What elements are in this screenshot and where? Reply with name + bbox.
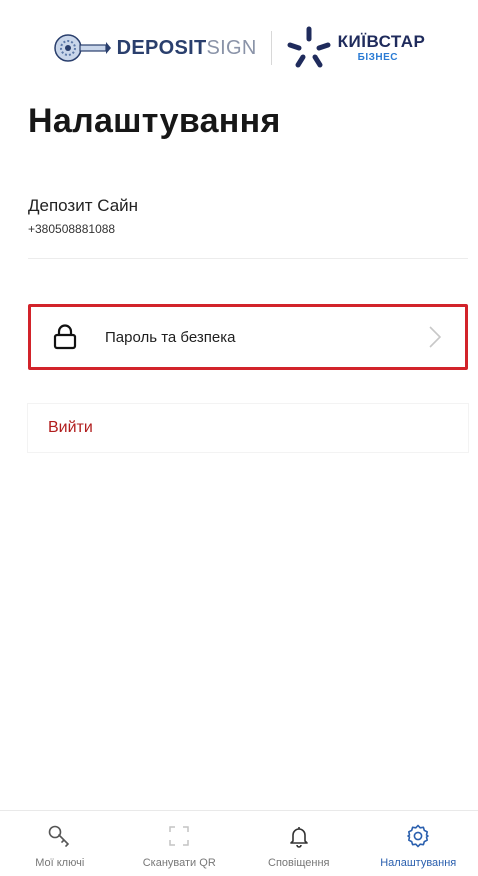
password-security-menu-item[interactable]: Пароль та безпека xyxy=(28,304,468,370)
divider xyxy=(28,258,468,259)
tab-notifications-label: Сповіщення xyxy=(268,857,330,869)
logo-separator xyxy=(270,31,272,65)
key-icon xyxy=(48,825,69,847)
logout-label: Вийти xyxy=(48,419,93,436)
tab-my-keys[interactable]: Мої ключі xyxy=(5,823,115,869)
bottom-tab-bar: Мої ключі Сканувати QR Сповіщення Налашт… xyxy=(0,810,478,876)
gear-icon xyxy=(407,824,430,848)
profile-phone: +380508881088 xyxy=(28,222,116,236)
chevron-right-icon xyxy=(429,326,441,348)
kyivstar-wordmark: КИЇВСТАР xyxy=(337,32,426,51)
tab-settings[interactable]: Налаштування xyxy=(363,823,473,869)
kyivstar-star-icon xyxy=(287,26,331,68)
lock-icon xyxy=(53,324,77,350)
tab-notifications[interactable]: Сповіщення xyxy=(244,823,354,869)
depositsign-wordmark-strong: DEPOSIT xyxy=(116,36,207,59)
logout-button[interactable]: Вийти xyxy=(28,404,468,452)
profile-block: Депозит Сайн +380508881088 xyxy=(28,196,468,236)
password-security-label: Пароль та безпека xyxy=(105,328,236,346)
page-title: Налаштування xyxy=(28,102,281,140)
depositsign-wordmark-light: SIGN xyxy=(206,36,257,59)
tab-my-keys-label: Мої ключі xyxy=(35,857,85,869)
tab-scan-qr-label: Сканувати QR xyxy=(142,857,216,869)
profile-name: Депозит Сайн xyxy=(28,196,139,215)
depositsign-logo: DEPOSITSIGN xyxy=(53,33,257,63)
header-logos: DEPOSITSIGN КИЇВСТАР БІЗНЕС xyxy=(0,20,478,76)
kyivstar-business-label: БІЗНЕС xyxy=(357,52,398,63)
bell-icon xyxy=(289,827,308,848)
tab-settings-label: Налаштування xyxy=(380,857,457,869)
depositsign-key-icon xyxy=(53,34,111,62)
scan-qr-icon xyxy=(169,826,189,846)
tab-scan-qr[interactable]: Сканувати QR xyxy=(124,823,234,869)
depositsign-wordmark: DEPOSITSIGN xyxy=(117,37,257,60)
kyivstar-logo: КИЇВСТАР БІЗНЕС xyxy=(286,25,426,71)
